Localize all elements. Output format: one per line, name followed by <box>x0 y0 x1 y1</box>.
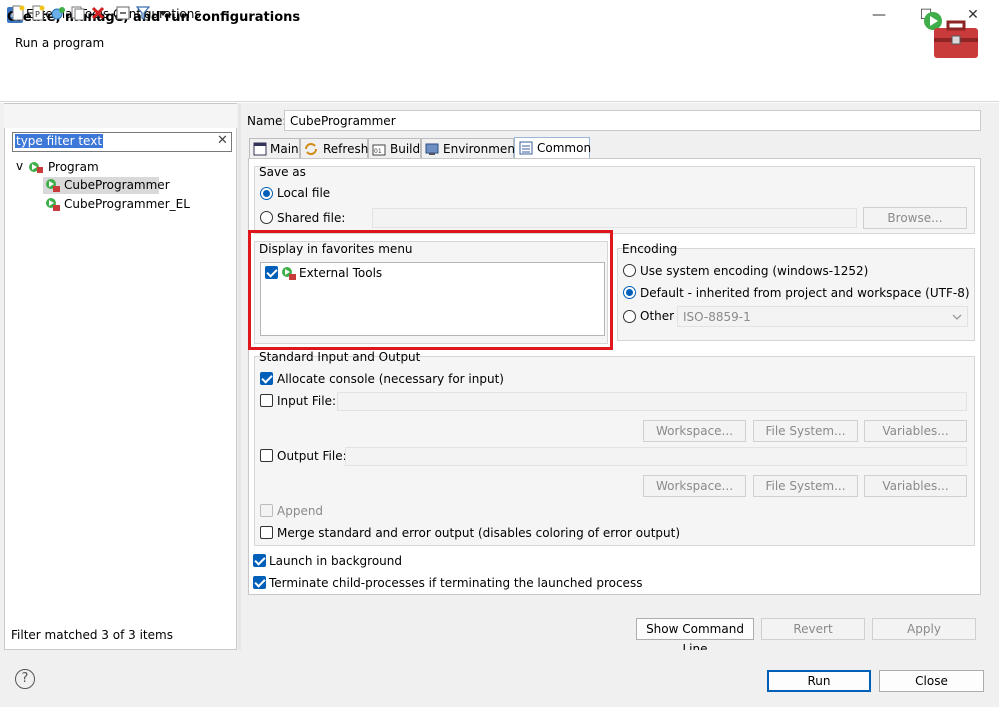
default-encoding-label[interactable]: Default - inherited from project and wor… <box>640 286 970 300</box>
standard-io-title: Standard Input and Output <box>259 350 421 364</box>
header-subtitle: Run a program <box>15 36 105 50</box>
common-tab-icon <box>519 141 533 155</box>
output-variables-button[interactable]: Variables... <box>864 475 967 497</box>
output-file-system-button[interactable]: File System... <box>753 475 858 497</box>
input-workspace-button[interactable]: Workspace... <box>643 420 746 442</box>
launch-background-label[interactable]: Launch in background <box>269 554 402 568</box>
dialog-header <box>0 30 999 102</box>
program-folder-icon <box>29 162 43 173</box>
local-file-label[interactable]: Local file <box>277 186 330 200</box>
svg-text:01: 01 <box>374 148 382 155</box>
local-file-radio[interactable] <box>260 187 273 200</box>
output-file-field[interactable] <box>345 447 967 466</box>
system-encoding-label[interactable]: Use system encoding (windows-1252) <box>640 264 868 278</box>
input-file-label[interactable]: Input File: <box>277 394 336 408</box>
launch-config-icon <box>46 198 60 211</box>
duplicate-config-icon[interactable] <box>70 5 86 21</box>
run-button[interactable]: Run <box>767 670 871 692</box>
environment-icon <box>425 143 439 155</box>
filter-input-text[interactable]: type filter text <box>15 134 104 148</box>
tab-refresh[interactable]: Refresh <box>300 138 368 159</box>
output-file-checkbox[interactable] <box>260 449 273 462</box>
tree-item-cubeprogrammer-el[interactable]: CubeProgrammer_EL <box>64 197 190 211</box>
output-workspace-button[interactable]: Workspace... <box>643 475 746 497</box>
save-as-title: Save as <box>259 165 306 179</box>
svg-text:P: P <box>35 10 40 19</box>
refresh-icon <box>305 143 317 155</box>
shared-file-radio[interactable] <box>260 211 273 224</box>
input-file-system-button[interactable]: File System... <box>753 420 858 442</box>
minimize-button[interactable]: — <box>856 0 902 30</box>
merge-output-label[interactable]: Merge standard and error output (disable… <box>277 526 680 540</box>
tab-refresh-label: Refresh <box>323 142 369 156</box>
view-menu-icon[interactable] <box>155 5 171 21</box>
terminate-children-checkbox[interactable] <box>253 576 266 589</box>
output-file-label[interactable]: Output File: <box>277 449 347 463</box>
tab-main[interactable]: Main <box>249 138 300 159</box>
chevron-down-icon <box>952 314 962 320</box>
tab-main-label: Main <box>270 142 299 156</box>
launch-background-checkbox[interactable] <box>253 554 266 567</box>
tree-toggle-icon[interactable]: v <box>16 159 23 173</box>
tree-item-cubeprogrammer[interactable]: CubeProgrammer <box>64 178 170 192</box>
panel-sash[interactable] <box>238 103 241 650</box>
tab-common-label: Common <box>537 141 592 155</box>
append-label[interactable]: Append <box>277 504 323 518</box>
input-file-checkbox[interactable] <box>260 394 273 407</box>
build-icon: 01 <box>372 144 386 156</box>
encoding-title: Encoding <box>622 242 678 256</box>
name-input-value[interactable]: CubeProgrammer <box>290 114 396 128</box>
new-prototype-icon[interactable]: P <box>30 5 46 21</box>
name-label: Name: <box>247 114 287 128</box>
input-variables-button[interactable]: Variables... <box>864 420 967 442</box>
toolbox-icon <box>924 12 978 58</box>
annotation-highlight-box <box>248 230 613 350</box>
other-encoding-radio[interactable] <box>623 310 636 323</box>
shared-file-input[interactable] <box>372 208 857 228</box>
help-icon[interactable]: ? <box>15 669 35 689</box>
filter-status-text: Filter matched 3 of 3 items <box>11 628 173 642</box>
other-encoding-select[interactable]: ISO-8859-1 <box>677 306 968 327</box>
clear-filter-icon[interactable]: ✕ <box>217 133 228 148</box>
left-toolbar <box>4 104 237 128</box>
tab-common[interactable]: Common <box>514 137 592 159</box>
main-tab-icon <box>253 142 267 156</box>
other-encoding-value: ISO-8859-1 <box>683 310 751 324</box>
show-command-line-button[interactable]: Show Command Line <box>636 618 754 656</box>
allocate-console-checkbox[interactable] <box>260 372 273 385</box>
allocate-console-label[interactable]: Allocate console (necessary for input) <box>277 372 504 386</box>
browse-button[interactable]: Browse... <box>863 207 967 229</box>
tab-build-label: Build <box>390 142 421 156</box>
delete-config-icon[interactable] <box>90 5 106 21</box>
terminate-children-label[interactable]: Terminate child-processes if terminating… <box>269 576 642 590</box>
launch-config-icon <box>46 179 60 192</box>
system-encoding-radio[interactable] <box>623 264 636 277</box>
merge-output-checkbox[interactable] <box>260 526 273 539</box>
close-button[interactable]: Close <box>879 670 984 692</box>
tab-build[interactable]: 01 Build <box>368 138 421 159</box>
filter-icon[interactable] <box>135 5 151 21</box>
tree-item-program[interactable]: Program <box>48 160 99 174</box>
revert-button[interactable]: Revert <box>761 618 865 640</box>
default-encoding-radio[interactable] <box>623 286 636 299</box>
append-checkbox[interactable] <box>260 504 273 517</box>
input-file-field[interactable] <box>337 392 967 411</box>
shared-file-label[interactable]: Shared file: <box>277 211 345 225</box>
tab-environment-label: Environment <box>443 142 520 156</box>
other-encoding-label[interactable]: Other <box>640 309 674 323</box>
export-config-icon[interactable] <box>50 5 66 21</box>
tab-environment[interactable]: Environment <box>421 138 520 159</box>
new-config-icon[interactable] <box>10 5 26 21</box>
apply-button[interactable]: Apply <box>872 618 976 640</box>
collapse-all-icon[interactable] <box>115 5 131 21</box>
